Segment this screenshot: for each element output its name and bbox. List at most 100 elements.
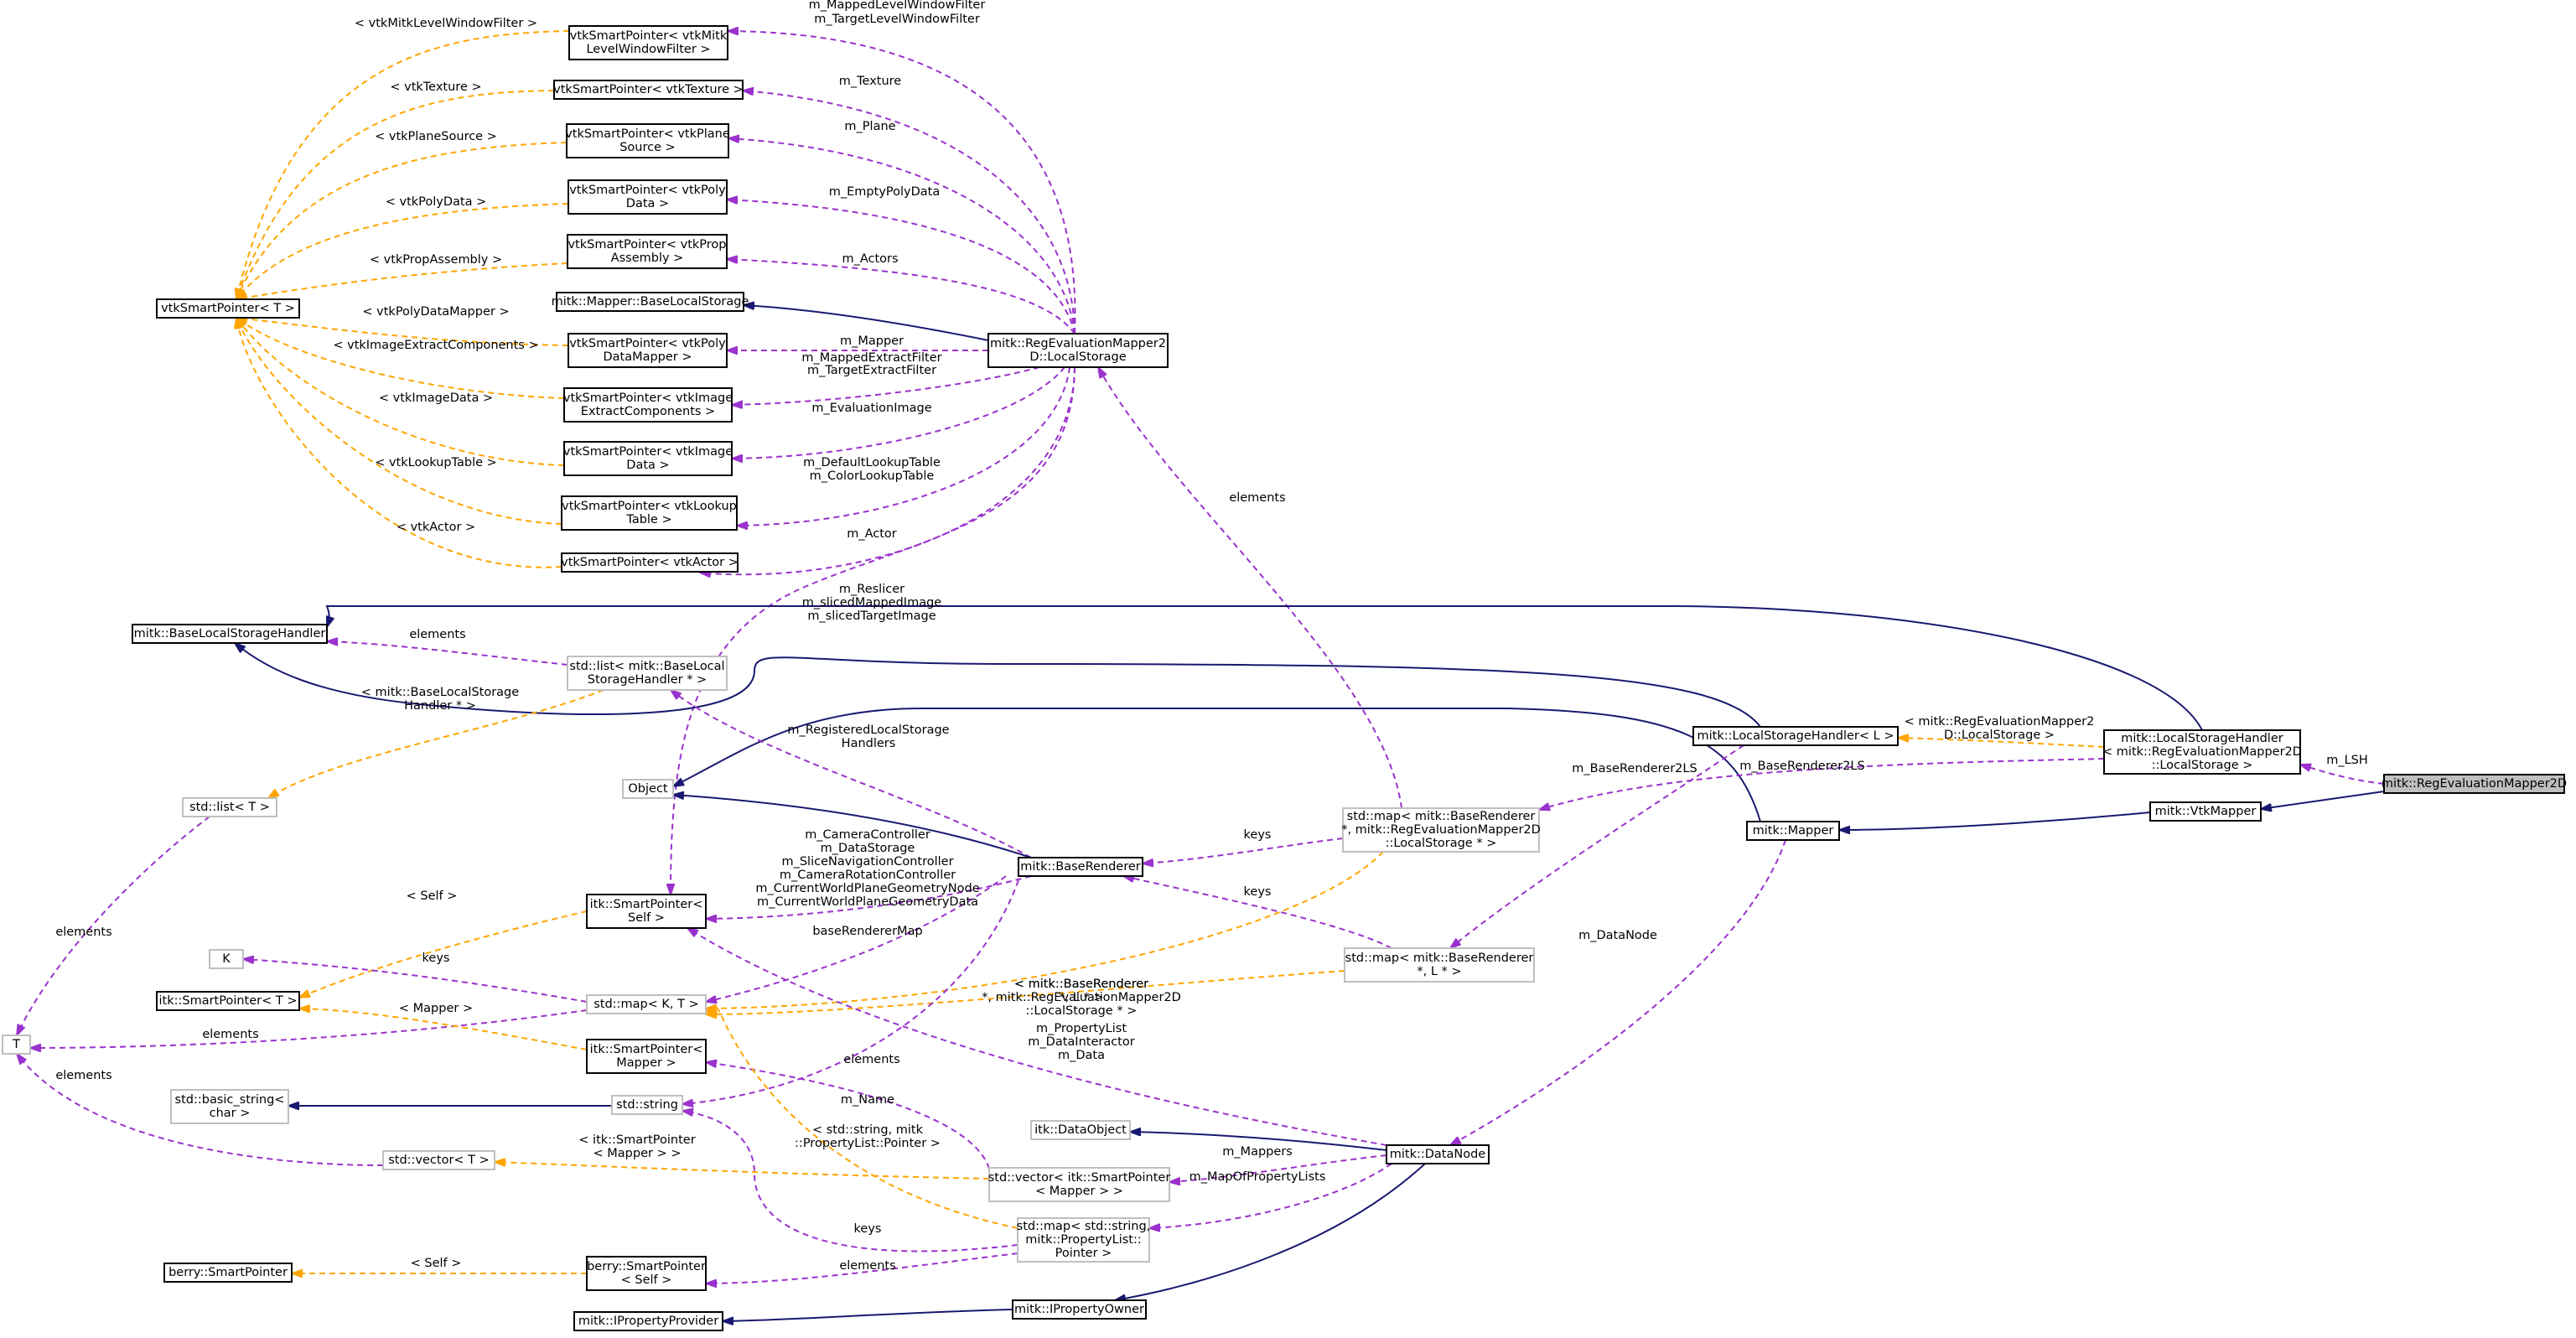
- node-label: < mitk::RegEvaluationMapper2D: [2102, 745, 2302, 759]
- edge-usage-localstorage-to-mitk_filter: [728, 31, 1076, 334]
- node-label: vtkSmartPointer< vtkMitk: [570, 29, 728, 43]
- nodes-layer: vtkSmartPointer< vtkMitkLevelWindowFilte…: [2, 25, 2567, 1331]
- edge-inherit-lsh_l-to-blsh: [235, 643, 1761, 728]
- node-label: mitk::LocalStorageHandler< L >: [1697, 729, 1894, 743]
- class-node-datanode[interactable]: mitk::DataNode: [1386, 1144, 1490, 1164]
- edge-template-propassembly-to-vtksp: [236, 262, 568, 299]
- node-label: std::map< K, T >: [593, 998, 699, 1011]
- edge-label: < mitk::BaseLocalStorage: [361, 686, 519, 699]
- edge-label: m_DataStorage: [821, 842, 915, 855]
- node-label: std::map< std::string,: [1017, 1220, 1151, 1233]
- class-node-itksp-self[interactable]: itk::SmartPointer<Self >: [586, 894, 707, 929]
- class-node-mapref[interactable]: std::map< mitk::BaseRenderer *, mitk::Re…: [1341, 807, 1541, 853]
- class-node-K[interactable]: K: [209, 949, 244, 969]
- edge-label: m_BaseRenderer2LS: [1739, 760, 1864, 773]
- class-node-pdm[interactable]: vtkSmartPointer< vtkPolyDataMapper >: [568, 333, 728, 368]
- edge-label: < vtkMitkLevelWindowFilter >: [355, 17, 537, 30]
- class-node-lsh-reg[interactable]: mitk::LocalStorageHandler< mitk::RegEval…: [2102, 729, 2302, 775]
- class-node-actor[interactable]: vtkSmartPointer< vtkActor >: [561, 552, 739, 573]
- edge-template-polydata-to-vtksp: [236, 203, 569, 299]
- class-node-plane[interactable]: vtkSmartPointer< vtkPlaneSource >: [565, 123, 730, 158]
- node-label: mitk::LocalStorageHandler: [2121, 732, 2283, 745]
- class-node-lsh-l[interactable]: mitk::LocalStorageHandler< L >: [1692, 726, 1899, 746]
- edge-label: m_CameraRotationController: [780, 869, 956, 882]
- node-label: mitk::RegEvaluationMapper2D: [2382, 777, 2567, 791]
- node-label: mitk::BaseLocalStorageHandler: [134, 627, 326, 640]
- node-label: std::string: [616, 1098, 678, 1112]
- edge-label: < vtkImageExtractComponents >: [333, 339, 538, 352]
- node-label: std::list< mitk::BaseLocal: [569, 660, 724, 673]
- node-label: std::list< T >: [189, 801, 270, 814]
- node-label: D::LocalStorage: [1029, 350, 1126, 364]
- class-node-vecsp[interactable]: std::vector< itk::SmartPointer< Mapper >…: [988, 1167, 1171, 1202]
- class-node-string[interactable]: std::string: [611, 1095, 683, 1115]
- class-node-itksp-T[interactable]: itk::SmartPointer< T >: [156, 991, 300, 1011]
- class-node-main[interactable]: mitk::RegEvaluationMapper2D: [2382, 774, 2567, 794]
- class-node-baserenderer[interactable]: mitk::BaseRenderer: [1018, 857, 1143, 877]
- edge-usage-localstorage-to-texture: [743, 91, 1075, 334]
- class-node-mapbrL[interactable]: std::map< mitk::BaseRenderer *, L * >: [1344, 947, 1535, 983]
- node-label: Mapper >: [616, 1056, 676, 1070]
- node-label: berry::SmartPointer: [587, 1260, 706, 1273]
- class-node-basicstring[interactable]: std::basic_string<char >: [170, 1089, 289, 1124]
- class-node-itksp-mapper[interactable]: itk::SmartPointer<Mapper >: [586, 1039, 707, 1074]
- class-node-localstorage[interactable]: mitk::RegEvaluationMapper2D::LocalStorag…: [987, 333, 1169, 368]
- edge-usage-localstorage-to-polydata: [727, 200, 1075, 334]
- class-node-propowner[interactable]: mitk::IPropertyOwner: [1012, 1299, 1147, 1320]
- edge-label: D::LocalStorage >: [1944, 729, 2055, 742]
- edge-label: m_CurrentWorldPlaneGeometryNode: [755, 882, 979, 895]
- edge-label: < vtkPolyData >: [386, 195, 487, 209]
- class-node-listbls[interactable]: std::list< mitk::BaseLocalStorageHandler…: [567, 656, 728, 691]
- edge-label: m_EmptyPolyData: [829, 185, 940, 199]
- node-label: vtkSmartPointer< T >: [161, 302, 295, 315]
- edge-label: m_Name: [841, 1093, 894, 1107]
- edge-inherit-main-to-vtkmapper: [2261, 791, 2385, 809]
- class-node-vectorT[interactable]: std::vector< T >: [382, 1150, 495, 1170]
- edge-label: elements: [55, 1069, 111, 1082]
- node-label: Object: [628, 782, 668, 796]
- class-node-mapKT[interactable]: std::map< K, T >: [586, 994, 707, 1014]
- edge-label: < mitk::BaseRenderer: [1014, 978, 1148, 991]
- class-node-polydata[interactable]: vtkSmartPointer< vtkPolyData >: [568, 179, 728, 215]
- class-node-dataobject[interactable]: itk::DataObject: [1030, 1120, 1131, 1140]
- edge-label: elements: [839, 1259, 895, 1273]
- class-node-vtksp[interactable]: vtkSmartPointer< T >: [156, 298, 300, 319]
- class-node-mapstrprop[interactable]: std::map< std::string,mitk::PropertyList…: [1017, 1217, 1151, 1263]
- class-node-lookup[interactable]: vtkSmartPointer< vtkLookupTable >: [561, 495, 738, 531]
- node-label: vtkSmartPointer< vtkPoly: [569, 337, 726, 350]
- class-node-propassembly[interactable]: vtkSmartPointer< vtkPropAssembly >: [567, 234, 728, 269]
- class-node-iec[interactable]: vtkSmartPointer< vtkImageExtractComponen…: [563, 387, 733, 423]
- edge-label: < vtkTexture >: [390, 80, 481, 94]
- class-node-berryself[interactable]: berry::SmartPointer< Self >: [586, 1256, 707, 1291]
- class-node-vtkmapper[interactable]: mitk::VtkMapper: [2149, 801, 2262, 822]
- node-label: std::vector< T >: [388, 1154, 490, 1167]
- edge-label: m_CurrentWorldPlaneGeometryData: [757, 895, 978, 909]
- class-node-propprovider[interactable]: mitk::IPropertyProvider: [573, 1311, 723, 1331]
- class-node-stdlist[interactable]: std::list< T >: [182, 797, 277, 817]
- class-node-mapper-bls[interactable]: mitk::Mapper::BaseLocalStorage: [552, 292, 749, 312]
- class-node-blsh[interactable]: mitk::BaseLocalStorageHandler: [132, 624, 328, 644]
- node-label: vtkSmartPointer< vtkTexture >: [553, 83, 744, 96]
- class-node-object[interactable]: Object: [622, 779, 674, 799]
- class-node-berry[interactable]: berry::SmartPointer: [163, 1263, 293, 1283]
- class-node-mapper[interactable]: mitk::Mapper: [1746, 821, 1840, 841]
- class-node-texture[interactable]: vtkSmartPointer< vtkTexture >: [553, 80, 744, 100]
- node-label: T: [12, 1038, 20, 1051]
- node-label: mitk::DataNode: [1390, 1148, 1486, 1161]
- edge-label: m_EvaluationImage: [811, 402, 931, 415]
- class-node-T[interactable]: T: [2, 1035, 31, 1055]
- class-node-imagedata[interactable]: vtkSmartPointer< vtkImageData >: [563, 441, 733, 476]
- edge-label: m_DataNode: [1578, 929, 1657, 942]
- edge-usage-baserenderer-to-string: [682, 879, 1019, 1104]
- edge-usage-localstorage-to-plane: [728, 138, 1075, 334]
- node-label: K: [222, 952, 231, 966]
- edge-usage-mapKT-to-T: [30, 1009, 588, 1048]
- edge-label: m_TargetExtractFilter: [807, 364, 936, 377]
- edge-label: elements: [1229, 491, 1285, 505]
- class-node-mitk-filter[interactable]: vtkSmartPointer< vtkMitkLevelWindowFilte…: [568, 25, 728, 60]
- node-label: mitk::RegEvaluationMapper2: [990, 337, 1166, 350]
- edge-label: ::LocalStorage * >: [1026, 1004, 1138, 1018]
- node-label: itk::DataObject: [1034, 1123, 1127, 1137]
- edge-label: < vtkLookupTable >: [375, 456, 497, 469]
- edge-template-iec-to-vtksp: [236, 318, 565, 399]
